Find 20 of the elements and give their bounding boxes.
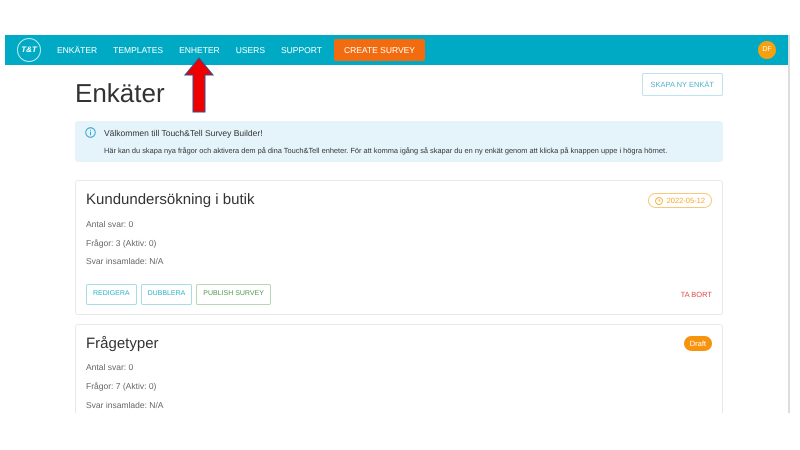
alert-title: Välkommen till Touch&Tell Survey Builder! (104, 127, 264, 140)
logo[interactable]: T&T (17, 38, 41, 62)
nav-link[interactable]: TEMPLATES (105, 44, 172, 56)
survey-stat: Frågor: 3 (Aktiv: 0) (86, 236, 158, 250)
page-title: Enkäter (75, 77, 165, 110)
survey-title: Frågetyper (86, 334, 159, 354)
survey-stat: Svar insamlade: N/A (86, 255, 164, 268)
nav-link[interactable]: ENKÄTER (49, 44, 106, 56)
survey-stat: Svar insamlade: N/A (86, 398, 164, 412)
survey-stat: Frågor: 7 (Aktiv: 0) (86, 380, 158, 392)
create-survey-button[interactable]: CREATE SURVEY (334, 38, 425, 62)
info-icon (85, 127, 96, 138)
survey-title: Kundundersökning i butik (86, 190, 254, 210)
survey-stat: Antal svar: 0 (86, 361, 134, 374)
nav-link[interactable]: USERS (228, 44, 273, 56)
clock-icon (654, 196, 663, 204)
arrow-annotation (184, 57, 214, 114)
nav-link[interactable]: ENHETER (171, 44, 228, 56)
survey-stat: Antal svar: 0 (86, 218, 134, 230)
nav-link[interactable]: SUPPORT (273, 44, 330, 56)
